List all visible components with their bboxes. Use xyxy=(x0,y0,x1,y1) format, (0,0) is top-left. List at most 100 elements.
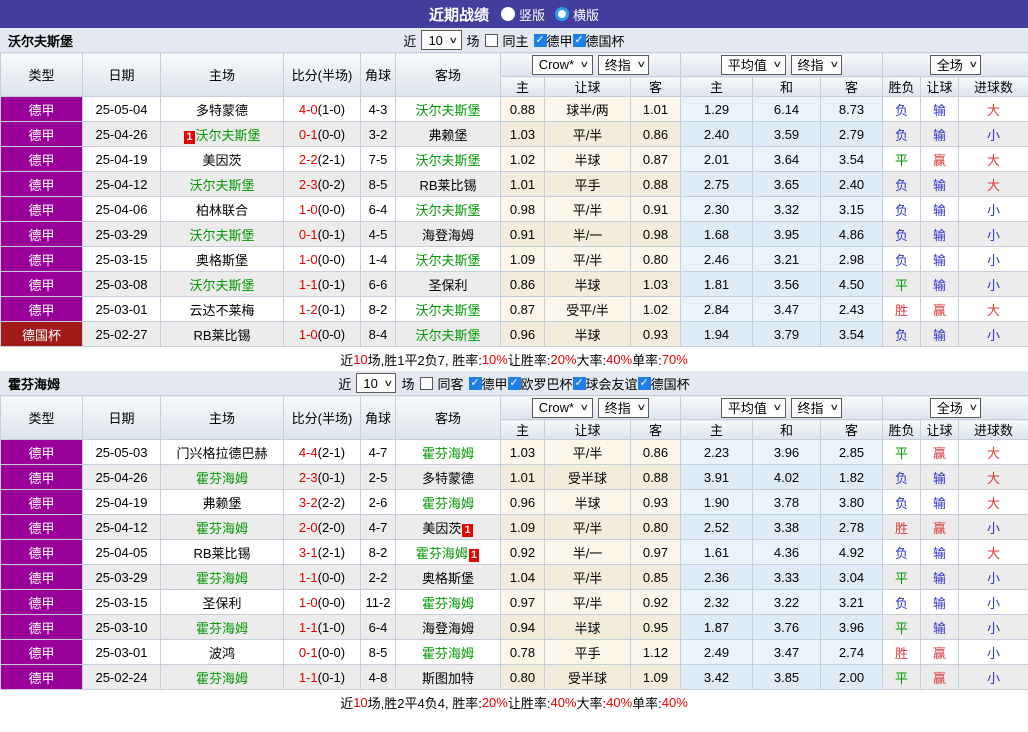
recent-count-select[interactable]: 10 ∨ xyxy=(421,30,462,50)
team-section: 沃尔夫斯堡 近 10 ∨ 场 同主 ✓ 德甲 ✓ 德国杯 类型 日期 主场 比分(半 xyxy=(0,28,1028,371)
league-cell: 德甲 xyxy=(0,171,83,197)
team-link[interactable]: 海登海姆 xyxy=(422,621,474,636)
team-link[interactable]: 沃尔夫斯堡 xyxy=(189,278,254,293)
same-venue-checkbox[interactable] xyxy=(419,376,433,390)
bookmaker-select[interactable]: Crow* ∨ xyxy=(531,54,593,75)
odds-away-cell: 0.88 xyxy=(629,171,682,197)
team-link[interactable]: 沃尔夫斯堡 xyxy=(415,303,480,318)
league-checkbox[interactable]: ✓ xyxy=(572,376,586,390)
summary-text: 单率: xyxy=(632,695,662,711)
col-result-wdl: 胜负 xyxy=(882,419,922,440)
team-link[interactable]: 沃尔夫斯堡 xyxy=(415,253,480,268)
league-cell: 德甲 xyxy=(0,589,83,615)
average-stage-select[interactable]: 终指 ∨ xyxy=(790,54,843,75)
team-link[interactable]: 斯图加特 xyxy=(422,671,474,686)
average-select[interactable]: 平均值 ∨ xyxy=(720,54,786,75)
away-team-cell: 霍芬海姆 xyxy=(395,639,501,665)
league-cell: 德甲 xyxy=(0,246,83,272)
team-link[interactable]: 霍芬海姆 xyxy=(422,596,474,611)
odds-home-cell: 0.97 xyxy=(500,589,545,615)
away-team-cell: 沃尔夫斯堡 xyxy=(395,96,501,122)
team-link[interactable]: 柏林联合 xyxy=(196,203,248,218)
half-time-score: (1-0) xyxy=(317,101,346,117)
bookmaker-stage-select[interactable]: 终指 ∨ xyxy=(597,397,650,418)
team-link[interactable]: 沃尔夫斯堡 xyxy=(415,153,480,168)
team-link[interactable]: RB莱比锡 xyxy=(419,178,476,193)
team-link[interactable]: 美因茨 xyxy=(202,153,241,168)
handicap-cell: 半球 xyxy=(544,321,631,347)
chevron-down-icon: ∨ xyxy=(968,59,978,69)
recent-prefix-label: 近 xyxy=(403,33,417,49)
table-row: 德甲 25-05-04 多特蒙德 4-0(1-0) 4-3 沃尔夫斯堡 0.88 球半/两 1.… xyxy=(0,96,1028,122)
team-link[interactable]: 霍芬海姆 xyxy=(196,571,248,586)
handicap-result-cell: 输 xyxy=(920,221,960,247)
goals-result-cell: 小 xyxy=(958,564,1028,590)
team-link[interactable]: 霍芬海姆 xyxy=(196,671,248,686)
league-cell: 德甲 xyxy=(0,564,83,590)
recent-count-select[interactable]: 10 ∨ xyxy=(356,373,397,393)
same-venue-checkbox[interactable] xyxy=(484,33,498,47)
goals-result-cell: 小 xyxy=(958,589,1028,615)
goals-result-cell: 小 xyxy=(958,121,1028,147)
scope-select[interactable]: 全场 ∨ xyxy=(929,397,982,418)
score-cell: 2-2(2-1) xyxy=(283,146,361,172)
team-link[interactable]: 美因茨 xyxy=(422,521,461,536)
team-link[interactable]: 沃尔夫斯堡 xyxy=(415,103,480,118)
result-group-header: 全场 ∨ xyxy=(882,395,1028,420)
team-link[interactable]: 沃尔夫斯堡 xyxy=(196,128,261,143)
team-link[interactable]: 霍芬海姆 xyxy=(422,646,474,661)
bookmaker-select[interactable]: Crow* ∨ xyxy=(531,397,593,418)
league-checkbox[interactable]: ✓ xyxy=(572,33,586,47)
avg-draw-cell: 3.21 xyxy=(752,246,822,272)
team-link[interactable]: 海登海姆 xyxy=(422,228,474,243)
average-stage-select[interactable]: 终指 ∨ xyxy=(790,397,843,418)
team-link[interactable]: 圣保利 xyxy=(428,278,467,293)
home-team-cell: RB莱比锡 xyxy=(160,321,284,347)
avg-away-cell: 2.74 xyxy=(820,639,884,665)
team-link[interactable]: 云达不莱梅 xyxy=(189,303,254,318)
team-link[interactable]: 奥格斯堡 xyxy=(196,253,248,268)
team-link[interactable]: 沃尔夫斯堡 xyxy=(415,328,480,343)
team-link[interactable]: 弗赖堡 xyxy=(428,128,467,143)
results-tbody: 德甲 25-05-03 门兴格拉德巴赫 4-4(2-1) 4-7 霍芬海姆 1.03 平/半 0… xyxy=(0,439,1028,690)
team-link[interactable]: RB莱比锡 xyxy=(193,546,250,561)
half-time-score: (0-1) xyxy=(317,469,346,485)
avg-away-cell: 2.40 xyxy=(820,171,884,197)
bookmaker-stage-select[interactable]: 终指 ∨ xyxy=(597,54,650,75)
scope-value: 全场 xyxy=(936,58,963,73)
team-link[interactable]: 沃尔夫斯堡 xyxy=(189,228,254,243)
average-select[interactable]: 平均值 ∨ xyxy=(720,397,786,418)
team-link[interactable]: 圣保利 xyxy=(202,596,241,611)
scope-select[interactable]: 全场 ∨ xyxy=(929,54,982,75)
team-link[interactable]: 沃尔夫斯堡 xyxy=(189,178,254,193)
league-checkbox[interactable]: ✓ xyxy=(637,376,651,390)
team-link[interactable]: 霍芬海姆 xyxy=(422,496,474,511)
team-link[interactable]: 奥格斯堡 xyxy=(422,571,474,586)
league-checkbox[interactable]: ✓ xyxy=(533,33,547,47)
league-checkbox[interactable]: ✓ xyxy=(507,376,521,390)
team-link[interactable]: RB莱比锡 xyxy=(193,328,250,343)
radio-icon[interactable] xyxy=(555,7,569,21)
team-link[interactable]: 霍芬海姆 xyxy=(416,546,468,561)
team-link[interactable]: 多特蒙德 xyxy=(196,103,248,118)
team-link[interactable]: 霍芬海姆 xyxy=(422,446,474,461)
team-link[interactable]: 多特蒙德 xyxy=(422,471,474,486)
league-checkbox[interactable]: ✓ xyxy=(468,376,482,390)
avg-home-cell: 1.94 xyxy=(680,321,754,347)
goals-result-cell: 大 xyxy=(958,146,1028,172)
team-link[interactable]: 霍芬海姆 xyxy=(196,521,248,536)
team-link[interactable]: 沃尔夫斯堡 xyxy=(415,203,480,218)
handicap-result-cell: 输 xyxy=(920,96,960,122)
bookmaker-value: Crow* xyxy=(538,400,575,415)
team-link[interactable]: 弗赖堡 xyxy=(202,496,241,511)
radio-icon[interactable] xyxy=(500,7,515,21)
red-card-badge: 1 xyxy=(462,523,473,537)
team-link[interactable]: 波鸿 xyxy=(209,646,235,661)
handicap-cell: 平/半 xyxy=(544,589,631,615)
team-link[interactable]: 霍芬海姆 xyxy=(196,471,248,486)
team-link[interactable]: 霍芬海姆 xyxy=(196,621,248,636)
team-link[interactable]: 门兴格拉德巴赫 xyxy=(176,446,267,461)
col-avg-home: 主 xyxy=(680,419,754,440)
goals-result-cell: 小 xyxy=(958,221,1028,247)
corner-cell: 3-2 xyxy=(360,121,396,147)
